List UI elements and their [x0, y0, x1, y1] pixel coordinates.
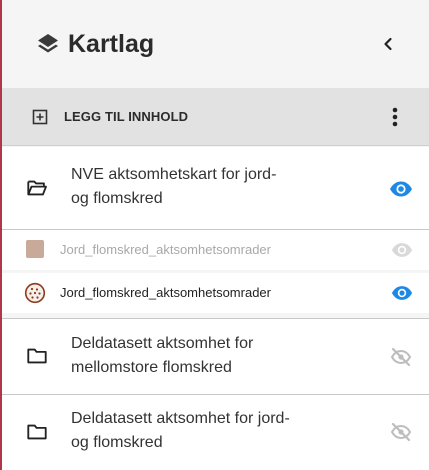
layer-group-label-line1: Deldatasett aktsomhet for	[71, 335, 254, 352]
chevron-left-icon	[384, 37, 392, 51]
dotted-circle-symbol-icon	[24, 282, 46, 304]
add-content-button[interactable]: LEGG TIL INNHOLD	[64, 109, 188, 125]
layers-icon	[38, 34, 58, 53]
visibility-off-icon[interactable]	[389, 345, 413, 369]
sublayer-label: Jord_flomskred_aktsomhetsomrader	[60, 285, 271, 300]
legend-swatch	[26, 240, 44, 258]
map-layers-panel: Kartlag LEGG TIL INNHOLD NVE aktsomhetsk…	[0, 0, 429, 470]
layer-group-mellomstore-flomskred[interactable]: Deldatasett aktsomhet for mellomstore fl…	[2, 319, 429, 394]
plus-box-icon	[32, 109, 48, 125]
panel-header: Kartlag	[2, 0, 429, 88]
layer-group-nve-aktsomhetskart[interactable]: NVE aktsomhetskart for jord- og flomskre…	[2, 147, 429, 229]
panel-title: Kartlag	[68, 30, 155, 58]
sublayer-row[interactable]: Jord_flomskred_aktsomhetsomrader	[2, 273, 429, 313]
layer-group-label: NVE aktsomhetskart for jord- og flomskre…	[71, 163, 351, 211]
layer-group-label: Deldatasett aktsomhet for jord- og floms…	[71, 407, 351, 455]
layer-group-label-line2: mellomstore flomskred	[71, 359, 232, 376]
layer-group-label-line1: Deldatasett aktsomhet for jord-	[71, 410, 290, 427]
folder-icon	[27, 424, 47, 440]
more-vertical-icon	[392, 107, 398, 127]
collapse-panel-button[interactable]	[374, 30, 402, 58]
sublayer-row[interactable]: Jord_flomskred_aktsomhetsomrader	[2, 230, 429, 270]
folder-open-icon	[27, 180, 47, 196]
visibility-on-icon[interactable]	[391, 282, 413, 304]
layer-group-label-line2: og flomskred	[71, 434, 163, 451]
layer-group-label: Deldatasett aktsomhet for mellomstore fl…	[71, 332, 351, 380]
visibility-off-dim-icon[interactable]	[391, 239, 413, 261]
layer-group-label-line1: NVE aktsomhetskart for jord-	[71, 166, 277, 183]
visibility-on-icon[interactable]	[389, 177, 413, 201]
visibility-off-icon[interactable]	[389, 420, 413, 444]
more-options-button[interactable]	[382, 104, 408, 130]
folder-icon	[27, 348, 47, 364]
layer-group-jord-og-flomskred[interactable]: Deldatasett aktsomhet for jord- og floms…	[2, 395, 429, 470]
add-content-toolbar: LEGG TIL INNHOLD	[2, 88, 429, 146]
sublayer-label: Jord_flomskred_aktsomhetsomrader	[60, 242, 271, 257]
layer-group-label-line2: og flomskred	[71, 190, 163, 207]
